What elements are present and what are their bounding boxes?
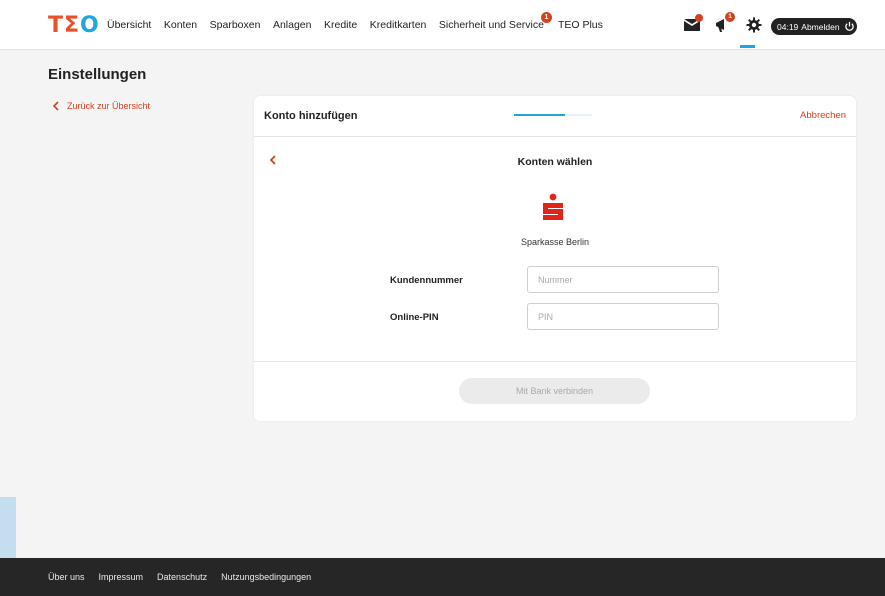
nav-item-anlagen[interactable]: Anlagen bbox=[273, 19, 312, 31]
back-to-overview-link[interactable]: Zurück zur Übersicht bbox=[52, 101, 150, 111]
customer-number-label: Kundennummer bbox=[390, 275, 463, 286]
card-divider bbox=[254, 361, 856, 362]
nav-item-teo-plus[interactable]: TEO Plus bbox=[558, 19, 603, 31]
footer-link-imprint[interactable]: Impressum bbox=[99, 572, 144, 582]
active-settings-indicator bbox=[740, 45, 755, 48]
nav-item-sicherheit-service[interactable]: Sicherheit und Service 1 bbox=[438, 12, 552, 31]
add-account-card: Konto hinzufügen Abbrechen Konten wählen… bbox=[254, 96, 856, 421]
page-title: Einstellungen bbox=[48, 66, 147, 83]
footer-link-terms[interactable]: Nutzungsbedingungen bbox=[221, 572, 311, 582]
top-navigation-bar: TΣO Übersicht Konten Sparboxen Anlagen K… bbox=[0, 0, 885, 50]
logo-letter-o: O bbox=[80, 13, 100, 38]
logout-button[interactable]: 04:19 Abmelden bbox=[771, 18, 857, 35]
customer-number-input[interactable] bbox=[527, 266, 719, 293]
gear-icon bbox=[746, 17, 762, 33]
logo-letter-t: T bbox=[48, 13, 65, 38]
back-link-label: Zurück zur Übersicht bbox=[67, 101, 151, 111]
main-nav: Übersicht Konten Sparboxen Anlagen Kredi… bbox=[107, 0, 615, 50]
logout-label: Abmelden bbox=[801, 21, 840, 32]
power-icon bbox=[844, 21, 854, 31]
step-progress-bar bbox=[514, 114, 592, 116]
progress-fill bbox=[514, 114, 566, 116]
footer-links: Über uns Impressum Datenschutz Nutzungsb… bbox=[48, 558, 325, 596]
nav-item-sparboxen[interactable]: Sparboxen bbox=[210, 19, 261, 31]
footer-link-about[interactable]: Über uns bbox=[48, 572, 85, 582]
online-pin-input[interactable] bbox=[527, 303, 719, 330]
nav-item-label: Sicherheit und Service bbox=[438, 19, 544, 31]
header-actions: 1 bbox=[680, 12, 773, 37]
notifications-button[interactable]: 1 bbox=[711, 12, 735, 37]
cancel-button[interactable]: Abbrechen bbox=[800, 110, 846, 121]
nav-item-uebersicht[interactable]: Übersicht bbox=[107, 19, 151, 31]
sparkasse-logo-icon bbox=[543, 193, 563, 220]
mail-button[interactable] bbox=[680, 13, 704, 37]
notifications-badge: 1 bbox=[725, 12, 735, 22]
nav-item-kredite[interactable]: Kredite bbox=[324, 19, 357, 31]
card-header: Konto hinzufügen Abbrechen bbox=[254, 96, 856, 137]
connect-bank-button[interactable]: Mit Bank verbinden bbox=[459, 378, 650, 404]
teo-logo[interactable]: TΣO bbox=[48, 14, 100, 38]
bank-name: Sparkasse Berlin bbox=[520, 237, 590, 247]
notification-badge: 1 bbox=[540, 12, 552, 23]
online-pin-label: Online-PIN bbox=[390, 312, 439, 323]
card-title: Konto hinzufügen bbox=[264, 110, 358, 122]
nav-item-konten[interactable]: Konten bbox=[164, 19, 197, 31]
nav-item-kreditkarten[interactable]: Kreditkarten bbox=[370, 19, 427, 31]
session-timer: 04:19 bbox=[777, 21, 799, 32]
settings-button[interactable] bbox=[742, 13, 766, 37]
logo-letter-e: Σ bbox=[64, 13, 81, 38]
chevron-left-icon bbox=[52, 101, 59, 111]
mail-dot-badge bbox=[695, 14, 703, 22]
footer-link-privacy[interactable]: Datenschutz bbox=[157, 572, 207, 582]
footer: Über uns Impressum Datenschutz Nutzungsb… bbox=[0, 558, 885, 596]
step-title: Konten wählen bbox=[517, 156, 593, 168]
